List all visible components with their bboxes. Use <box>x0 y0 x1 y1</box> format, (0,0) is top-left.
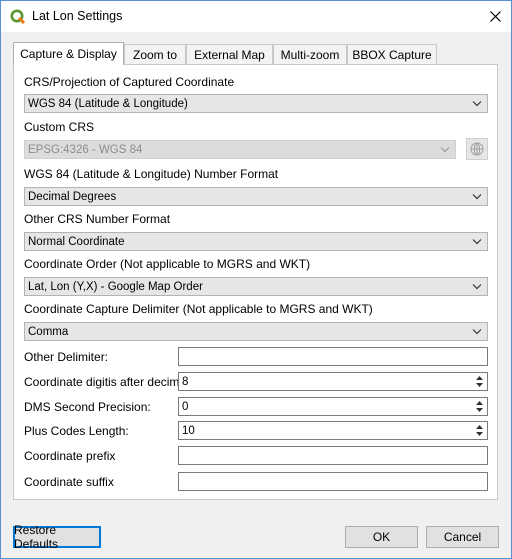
digits-label: Coordinate digitis after decimal <box>24 375 189 389</box>
wgs-format-label: WGS 84 (Latitude & Longitude) Number For… <box>24 167 279 181</box>
suffix-input[interactable] <box>178 472 488 491</box>
other-format-label: Other CRS Number Format <box>24 212 171 226</box>
crs-select-value: WGS 84 (Latitude & Longitude) <box>28 97 188 110</box>
chevron-down-icon <box>472 329 482 335</box>
other-format-select[interactable]: Normal Coordinate <box>24 232 488 251</box>
delimiter-label: Coordinate Capture Delimiter (Not applic… <box>24 302 373 316</box>
custom-crs-value: EPSG:4326 - WGS 84 <box>28 143 143 156</box>
order-label: Coordinate Order (Not applicable to MGRS… <box>24 257 311 271</box>
other-format-value: Normal Coordinate <box>28 235 125 248</box>
wgs-format-select[interactable]: Decimal Degrees <box>24 187 488 206</box>
chevron-down-icon <box>472 239 482 245</box>
window-title: Lat Lon Settings <box>32 9 123 23</box>
delimiter-select[interactable]: Comma <box>24 322 488 341</box>
spin-up-icon[interactable] <box>473 423 486 431</box>
tab-bbox-capture[interactable]: BBOX Capture <box>347 44 437 64</box>
spin-down-icon[interactable] <box>473 382 486 390</box>
capture-display-panel: CRS/Projection of Captured Coordinate WG… <box>13 64 498 500</box>
dms-spinbox[interactable]: 0 <box>178 397 488 416</box>
title-bar: Lat Lon Settings <box>1 1 511 32</box>
digits-spinbox[interactable]: 8 <box>178 372 488 391</box>
custom-crs-select[interactable]: EPSG:4326 - WGS 84 <box>24 140 456 159</box>
globe-icon <box>470 142 484 156</box>
close-button[interactable] <box>479 1 511 32</box>
order-value: Lat, Lon (Y,X) - Google Map Order <box>28 280 203 293</box>
digits-stepper[interactable] <box>473 374 486 389</box>
restore-defaults-button[interactable]: Restore Defaults <box>13 523 101 551</box>
spin-down-icon[interactable] <box>473 431 486 439</box>
plus-codes-spinbox[interactable]: 10 <box>178 421 488 440</box>
spin-up-icon[interactable] <box>473 399 486 407</box>
dms-stepper[interactable] <box>473 399 486 414</box>
digits-value: 8 <box>182 375 189 388</box>
other-delimiter-input[interactable] <box>178 347 488 366</box>
plus-codes-stepper[interactable] <box>473 423 486 438</box>
tab-external-map[interactable]: External Map <box>186 44 273 64</box>
delimiter-value: Comma <box>28 325 69 338</box>
prefix-input[interactable] <box>178 446 488 465</box>
dms-value: 0 <box>182 400 189 413</box>
spin-up-icon[interactable] <box>473 374 486 382</box>
tab-capture-display[interactable]: Capture & Display <box>13 42 124 65</box>
wgs-format-value: Decimal Degrees <box>28 190 117 203</box>
chevron-down-icon <box>472 194 482 200</box>
plus-codes-value: 10 <box>182 424 195 437</box>
crs-label: CRS/Projection of Captured Coordinate <box>24 75 235 89</box>
settings-dialog: Lat Lon Settings Capture & Display Zoom … <box>0 0 512 559</box>
close-icon <box>489 11 501 22</box>
tab-zoom-to[interactable]: Zoom to <box>124 44 186 64</box>
tab-multi-zoom[interactable]: Multi-zoom <box>273 44 347 64</box>
dms-label: DMS Second Precision: <box>24 400 151 414</box>
chevron-down-icon <box>472 101 482 107</box>
suffix-label: Coordinate suffix <box>24 475 114 489</box>
prefix-label: Coordinate prefix <box>24 449 116 463</box>
other-delimiter-label: Other Delimiter: <box>24 350 109 364</box>
chevron-down-icon <box>472 284 482 290</box>
ok-button[interactable]: OK <box>345 526 418 548</box>
chevron-down-icon <box>440 147 450 153</box>
crs-select[interactable]: WGS 84 (Latitude & Longitude) <box>24 94 488 113</box>
qgis-logo-icon <box>10 9 26 25</box>
custom-crs-label: Custom CRS <box>24 120 95 134</box>
order-select[interactable]: Lat, Lon (Y,X) - Google Map Order <box>24 277 488 296</box>
plus-codes-label: Plus Codes Length: <box>24 424 129 438</box>
spin-down-icon[interactable] <box>473 407 486 415</box>
projection-selector-button[interactable] <box>466 138 488 160</box>
cancel-button[interactable]: Cancel <box>426 526 499 548</box>
